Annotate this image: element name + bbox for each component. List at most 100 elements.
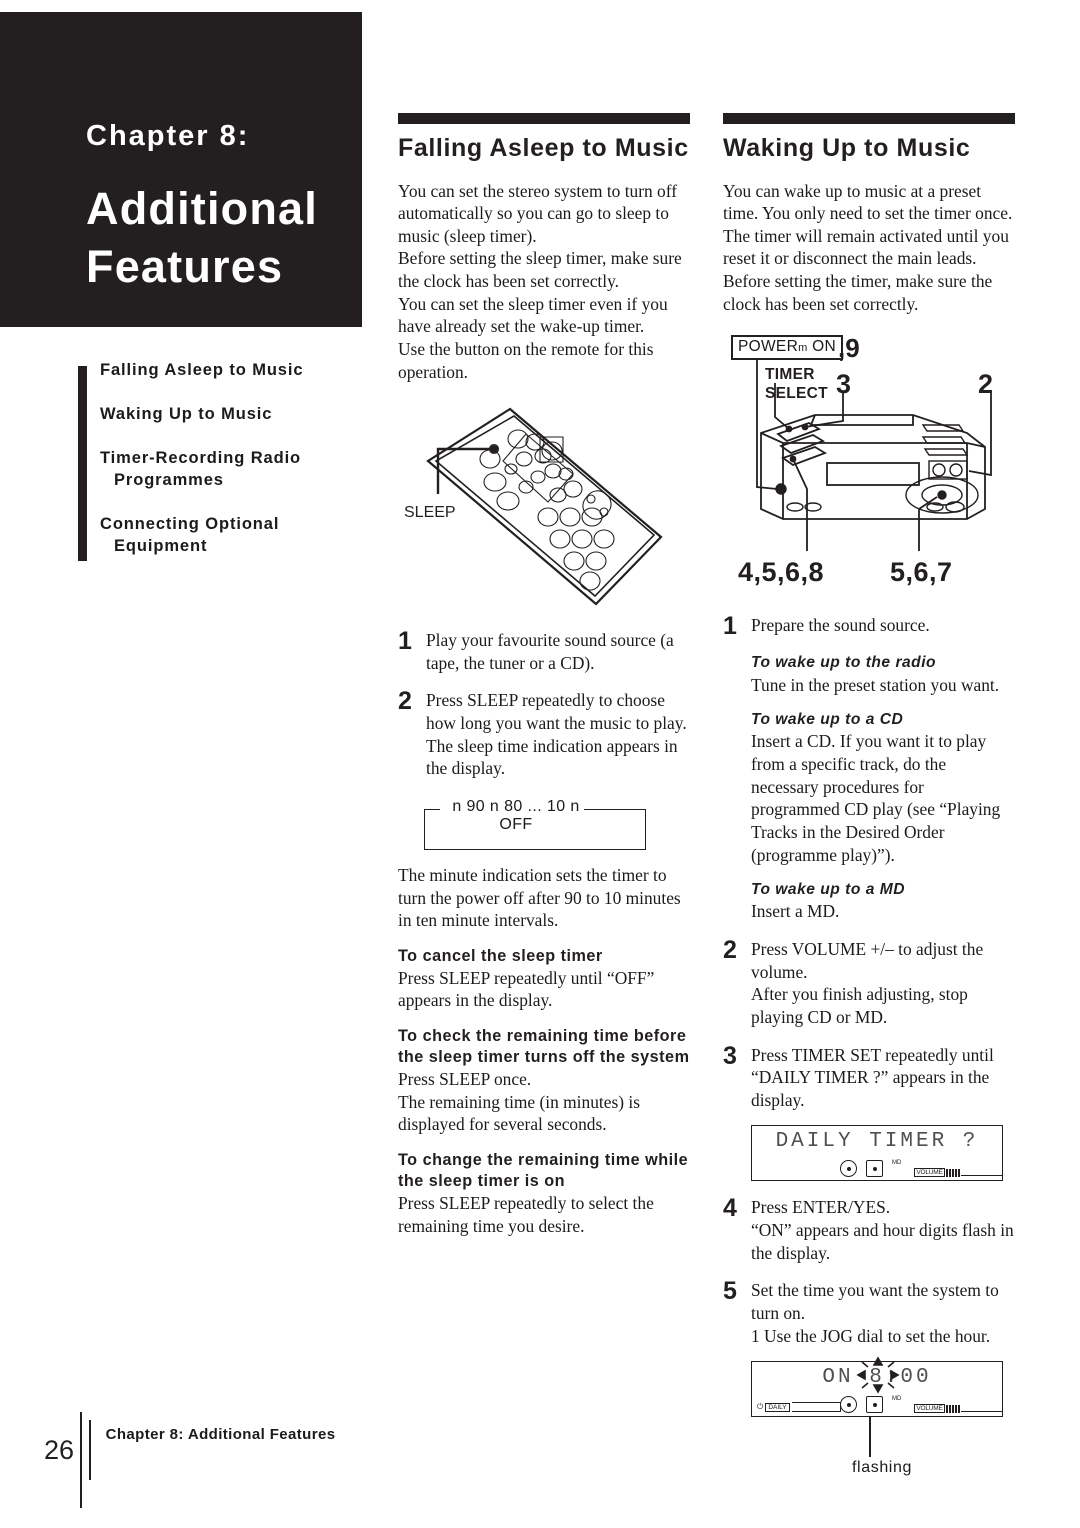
contents-item-timer-recording[interactable]: Timer-Recording Radio Programmes: [100, 448, 363, 492]
chapter-contents: Falling Asleep to Music Waking Up to Mus…: [78, 360, 363, 580]
subsection-body-md: Insert a MD.: [751, 901, 840, 922]
md-disc-icon: [866, 1396, 883, 1414]
section-rule: [723, 113, 1015, 124]
volume-indicator: VOLUME: [914, 1168, 1003, 1178]
cycle-sequence-text: n 90 n 80 ... 10 n OFF: [452, 797, 580, 833]
footer-divider: [89, 1420, 91, 1480]
step-number: 4: [723, 1194, 737, 1223]
cd-disc-icon: [840, 1396, 857, 1414]
intro-paragraph-4: Use the button on the remote for this op…: [398, 338, 654, 382]
subsection-body-check: Press SLEEP once. The remaining time (in…: [398, 1069, 640, 1135]
step-number: 2: [398, 687, 412, 716]
step-5: 5 Set the time you want the system to tu…: [723, 1279, 1015, 1347]
display-on-time: ON 8:00 ⏻ DAILY MD VOLUME: [751, 1356, 1003, 1418]
volume-bars: [945, 1168, 960, 1177]
contents-item-waking-up[interactable]: Waking Up to Music: [100, 404, 363, 426]
subheading-wake-cd: To wake up to a CD: [751, 711, 904, 729]
daily-indicator: ⏻ DAILY: [757, 1402, 841, 1413]
contents-item-label: Timer-Recording Radio: [100, 448, 302, 467]
power-symbol-icon: ⏻: [757, 1402, 764, 1412]
subheading-change-remaining-time: To change the remaining time while the s…: [398, 1151, 689, 1191]
cd-disc-icon: [840, 1160, 857, 1178]
intro-paragraph-1: You can set the stereo system to turn of…: [398, 180, 678, 246]
remote-sleep-label: SLEEP: [404, 504, 456, 521]
subsection-body-cancel: Press SLEEP repeatedly until “OFF” appea…: [398, 967, 655, 1011]
md-label: MD: [892, 1396, 902, 1403]
contents-item-label-cont: Programmes: [114, 470, 224, 489]
subheading-cancel-sleep-timer: To cancel the sleep timer: [398, 946, 603, 965]
volume-indicator: VOLUME: [914, 1404, 1003, 1414]
manual-page: Chapter 8: Additional Features Falling A…: [0, 0, 1080, 1528]
daily-trail: [791, 1402, 841, 1413]
section-rule: [398, 113, 690, 124]
display-indicators: MD VOLUME: [840, 1396, 1003, 1414]
subsection-body-cd: Insert a CD. If you want it to play from…: [751, 731, 1001, 865]
intro-paragraph-2: Before setting the sleep timer, make sur…: [398, 248, 682, 291]
step-text: Press VOLUME +/– to adjust the volume. A…: [751, 939, 984, 1027]
step-4: 4 Press ENTER/YES. “ON” appears and hour…: [723, 1196, 1015, 1264]
remote-control-illustration: SLEEP: [404, 407, 663, 606]
step-number: 5: [723, 1277, 737, 1306]
remote-control-figure: SLEEP: [398, 399, 690, 614]
column-falling-asleep: Falling Asleep to Music You can set the …: [398, 113, 690, 1237]
step-number: 3: [723, 1041, 737, 1070]
subsection-body-change: Press SLEEP repeatedly to select the rem…: [398, 1193, 654, 1236]
step-number: 1: [723, 612, 737, 641]
intro-paragraph-1: You can wake up to music at a preset tim…: [723, 180, 1013, 269]
volume-bars: [945, 1404, 960, 1413]
intro-paragraph-3: You can set the sleep timer even if you …: [398, 293, 668, 337]
stereo-system-figure: POWERm ON ,9 TIMER SELECT 3 2 4,5,6,8 5,…: [723, 329, 1015, 599]
chapter-kicker: Chapter 8:: [86, 120, 250, 152]
flashing-callout: flashing: [751, 1417, 1001, 1476]
contents-item-label: Falling Asleep to Music: [100, 361, 304, 379]
page-footer: 26 Chapter 8: Additional Features: [44, 1420, 335, 1480]
cycle-left-rule: [424, 808, 440, 811]
intro-paragraph-2: Before setting the timer, make sure the …: [723, 271, 993, 314]
volume-trail: [960, 1411, 1003, 1413]
chapter-title: Additional Features: [86, 183, 318, 292]
flashing-arrows-icon: [856, 1356, 900, 1394]
contents-item-label-cont: Equipment: [114, 536, 208, 555]
md-disc-icon: [866, 1160, 883, 1178]
subheading-wake-md: To wake up to a MD: [751, 881, 905, 899]
subsection-body-radio: Tune in the preset station you want.: [751, 674, 1000, 695]
step-3: 3 Press TIMER SET repeatedly until “DAIL…: [723, 1041, 1015, 1112]
subheading-wake-radio: To wake up to the radio: [751, 654, 937, 672]
contents-list: Falling Asleep to Music Waking Up to Mus…: [78, 360, 363, 558]
volume-trail: [960, 1175, 1003, 1177]
step-1: 1 Prepare the sound source.: [723, 614, 1015, 639]
volume-label: VOLUME: [914, 1168, 945, 1178]
chapter-header-block: Chapter 8: Additional Features: [0, 12, 362, 327]
contents-item-falling-asleep[interactable]: Falling Asleep to Music: [100, 360, 363, 382]
daily-label: DAILY: [765, 1402, 790, 1412]
display-text: DAILY TIMER ?: [775, 1130, 979, 1154]
contents-item-label: Waking Up to Music: [100, 404, 273, 423]
step-text: Press ENTER/YES. “ON” appears and hour d…: [751, 1197, 1014, 1263]
step-text-extra: The sleep time indication appears in the…: [426, 735, 678, 779]
step-text: Prepare the sound source.: [751, 615, 930, 636]
step-text: Play your favourite sound source (a tape…: [426, 630, 674, 673]
contents-item-connecting-optional[interactable]: Connecting Optional Equipment: [100, 514, 363, 558]
step-text: Press SLEEP repeatedly to choose how lon…: [426, 689, 690, 780]
contents-rule: [78, 366, 87, 561]
step-1: 1 Play your favourite sound source (a ta…: [398, 629, 690, 674]
flashing-leader-line: [869, 1417, 871, 1458]
cycle-right-rule: [584, 808, 646, 811]
contents-item-label: Connecting Optional: [100, 514, 280, 533]
md-label: MD: [892, 1160, 902, 1167]
step-text: Press TIMER SET repeatedly until “DAILY …: [751, 1044, 994, 1110]
footer-text: Chapter 8: Additional Features: [105, 1426, 336, 1443]
step-text: Set the time you want the system to turn…: [751, 1280, 999, 1346]
page-number: 26: [44, 1434, 75, 1465]
display-indicators: MD VOLUME: [840, 1160, 1003, 1178]
volume-label: VOLUME: [914, 1404, 945, 1414]
step-2: 2 Press VOLUME +/– to adjust the volume.…: [723, 938, 1015, 1029]
step-2: 2 Press SLEEP repeatedly to choose how l…: [398, 689, 690, 780]
step-number: 1: [398, 627, 412, 656]
sleep-cycle-diagram: n 90 n 80 ... 10 n OFF: [424, 798, 646, 850]
section-heading-waking-up: Waking Up to Music: [723, 134, 971, 162]
stereo-system-illustration: [756, 359, 992, 552]
display-daily-timer: DAILY TIMER ? MD VOLUME: [751, 1125, 1003, 1182]
column-waking-up: Waking Up to Music You can wake up to mu…: [723, 113, 1015, 1476]
after-cycle-paragraph: The minute indication sets the timer to …: [398, 864, 681, 931]
